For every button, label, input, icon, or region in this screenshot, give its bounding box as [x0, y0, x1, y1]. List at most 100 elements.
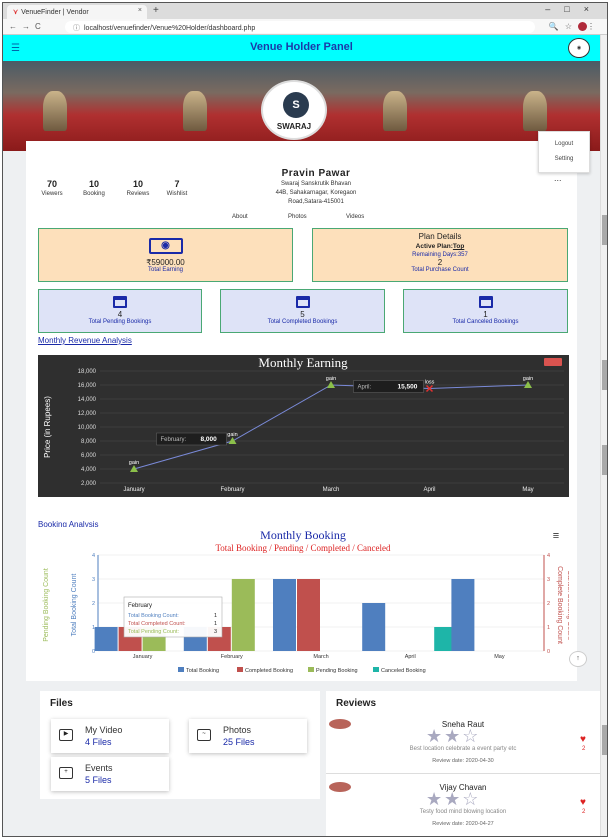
rating-stars-icon: ★★☆	[426, 726, 481, 746]
tooltip-row-value: 1	[214, 621, 217, 627]
scrollbar-thumb[interactable]	[602, 215, 607, 245]
point-label: gain	[523, 376, 533, 382]
revenue-section-title[interactable]: Monthly Revenue Analysis	[38, 336, 132, 345]
review-text: Testy food mind blowing location	[419, 809, 507, 815]
calendar-icon	[113, 296, 127, 308]
y-tick-label-right: 3	[547, 577, 550, 583]
more-options-icon[interactable]: ...	[554, 173, 562, 183]
canceled-label: Total Canceled Bookings	[452, 319, 519, 325]
review-item: Vijay Chavan ★★☆ Testy food mind blowing…	[326, 779, 600, 836]
x-tick-label: March	[323, 487, 340, 493]
completed-label: Total Completed Bookings	[267, 319, 338, 325]
address-line-2: Road,Satara-415001	[288, 199, 344, 205]
file-tile-video[interactable]: ▶ My Video 4 Files	[51, 719, 169, 753]
lamp-decoration	[383, 91, 407, 131]
file-name: Photos	[223, 725, 252, 735]
address-line-1: 44B, Sahakarnagar, Koregaon	[275, 190, 357, 196]
y-tick-label: 18,000	[78, 369, 97, 375]
x-tick-label: April	[423, 487, 435, 493]
stat-viewers: 70 Viewers	[36, 179, 68, 197]
x-tick-label: January	[123, 487, 144, 493]
setting-menu-item[interactable]: Setting	[539, 156, 589, 162]
data-point	[524, 381, 532, 388]
bar	[94, 627, 118, 651]
y-tick-label: 16,000	[78, 383, 97, 389]
scrollbar-thumb[interactable]	[602, 360, 607, 390]
stat-label: Reviews	[126, 191, 150, 197]
tab-about[interactable]: About	[232, 214, 248, 220]
booking-chart: Monthly Booking Total Booking / Pending /…	[38, 527, 573, 677]
active-plan-value: Top	[452, 243, 465, 250]
y-tick-label: 4,000	[81, 467, 97, 473]
browser-window: ⋎ VenueFinder | Vendor × + –□× ←→C ⓘ local…	[2, 2, 608, 837]
scroll-top-icon[interactable]: ↑	[569, 651, 587, 667]
page-scrollbar[interactable]	[600, 35, 607, 836]
files-title: Files	[50, 698, 73, 709]
scrollbar-thumb[interactable]	[602, 725, 607, 755]
y-tick-label-right: 1	[547, 625, 550, 631]
url-field[interactable]: ⓘ localhost/venuefinder/Venue%20Holder/da…	[65, 21, 535, 33]
file-count[interactable]: 4 Files	[85, 737, 112, 747]
canceled-value: 1	[483, 310, 488, 319]
reviews-panel: Reviews Sneha Raut ★★☆ Best location cel…	[326, 691, 600, 836]
tooltip-row-label: Total Pending Count:	[128, 629, 180, 635]
profile-content: 70 Viewers 10 Booking 10 Reviews 7 Wishl…	[26, 141, 577, 681]
tab-photos[interactable]: Photos	[288, 214, 307, 220]
x-tick-label: April	[405, 654, 416, 660]
close-tab-icon[interactable]: ×	[138, 7, 142, 14]
heart-icon[interactable]: ♥	[580, 734, 586, 745]
profile-icon[interactable]	[578, 22, 587, 32]
image-icon: ~	[197, 729, 211, 741]
tooltip-row-label: Total Booking Count:	[128, 613, 179, 619]
stat-label: Viewers	[41, 191, 63, 197]
browser-tab[interactable]: ⋎ VenueFinder | Vendor ×	[7, 5, 147, 19]
rating-stars-icon: ★★☆	[426, 789, 481, 809]
stat-value: 10	[132, 179, 143, 189]
legend-label: Pending Booking	[316, 668, 358, 674]
file-tile-events[interactable]: + Events 5 Files	[51, 757, 169, 791]
file-name: My Video	[85, 725, 123, 735]
x-tick-label: February	[221, 654, 243, 660]
legend-swatch	[237, 667, 243, 672]
data-point	[228, 437, 237, 444]
tooltip-row-value: 1	[214, 613, 217, 619]
top-header: ☰ Venue Holder Panel ◉	[3, 35, 600, 61]
y-tick-label: 8,000	[81, 439, 97, 445]
info-icon[interactable]: ⓘ	[73, 25, 80, 32]
stat-value: 7	[174, 179, 180, 189]
y-tick-label-left: 4	[92, 553, 95, 559]
like-count: 2	[582, 809, 586, 815]
stat-reviews: 10 Reviews	[120, 179, 156, 197]
file-tile-photos[interactable]: ~ Photos 25 Files	[189, 719, 307, 753]
earning-chart-svg: Monthly Earning 2,000 4,000 6,000 8,000 10,00…	[43, 355, 564, 493]
y-tick-label: 12,000	[78, 411, 97, 417]
new-tab-icon[interactable]: +	[153, 5, 159, 16]
files-panel: Files ▶ My Video 4 Files ~ Photos 25 Fil…	[40, 691, 320, 799]
file-count[interactable]: 5 Files	[85, 775, 112, 785]
file-count[interactable]: 25 Files	[223, 737, 255, 747]
window-controls[interactable]: –□×	[545, 4, 603, 14]
x-tick-label: May	[494, 654, 505, 660]
y-tick-label: 10,000	[78, 425, 97, 431]
stat-booking: 10 Booking	[78, 179, 110, 197]
heart-icon[interactable]: ♥	[580, 797, 586, 808]
logout-menu-item[interactable]: Logout	[539, 141, 589, 147]
x-tick-label: January	[133, 654, 153, 660]
review-item: Sneha Raut ★★☆ Best location celebrate a…	[326, 716, 600, 774]
scrollbar-thumb[interactable]	[602, 445, 607, 475]
video-icon: ▶	[59, 729, 73, 741]
y-axis-label-pending: Pending Booking Count	[43, 568, 50, 642]
chart-menu-icon	[544, 358, 562, 366]
browser-toolbar-icons[interactable]: 🔍☆ ⋮	[549, 22, 601, 32]
tooltip-title: February	[128, 603, 152, 609]
tab-videos[interactable]: Videos	[346, 214, 364, 220]
bar	[273, 579, 296, 651]
chart-subtitle: Total Booking / Pending / Completed / Ca…	[215, 543, 391, 553]
tooltip-label: April:	[358, 385, 372, 391]
legend-swatch	[308, 667, 314, 672]
lamp-decoration	[43, 91, 67, 131]
nav-buttons[interactable]: ←→C	[9, 22, 46, 31]
tooltip-row-value: 3	[214, 629, 217, 635]
avatar[interactable]: ◉	[568, 38, 590, 58]
tab-title: VenueFinder | Vendor	[21, 9, 89, 16]
